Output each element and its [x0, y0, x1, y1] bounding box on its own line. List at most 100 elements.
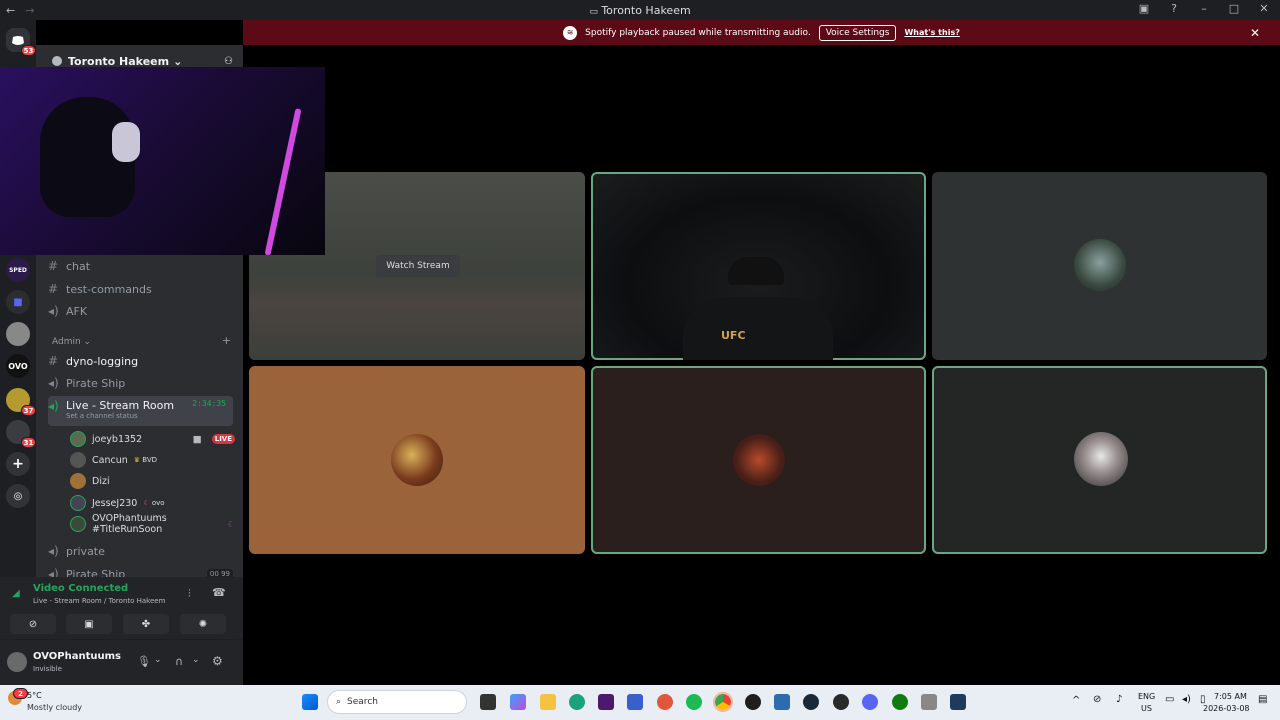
voice-location[interactable]: Live - Stream Room / Toronto Hakeem: [33, 597, 165, 605]
inbox-icon[interactable]: ▣: [1136, 2, 1152, 15]
back-arrow-icon[interactable]: ←: [6, 4, 15, 17]
server-icon-avatar[interactable]: [6, 322, 30, 346]
voice-member[interactable]: joeyb1352 ■ LIVE: [70, 429, 235, 449]
edge-icon[interactable]: [569, 694, 585, 710]
settings-gear-icon[interactable]: ⚙: [212, 654, 223, 668]
add-server-icon[interactable]: +: [6, 452, 30, 476]
channel-private[interactable]: ◂) private: [48, 541, 233, 561]
maximize-icon[interactable]: □: [1226, 2, 1242, 15]
signal-icon: ◢: [12, 588, 20, 599]
weather-temp[interactable]: 5°C: [27, 691, 42, 700]
photos-icon[interactable]: [774, 694, 790, 710]
voice-settings-button[interactable]: Voice Settings: [818, 24, 897, 41]
avatar[interactable]: [7, 652, 27, 672]
minimize-icon[interactable]: –: [1196, 2, 1212, 15]
channel-pirate-ship[interactable]: ◂) Pirate Ship: [48, 373, 233, 393]
chrome-icon[interactable]: [713, 692, 733, 712]
video-tile-avatar-4[interactable]: [932, 366, 1267, 554]
windows-start-icon[interactable]: [302, 694, 318, 710]
voice-member[interactable]: Dizi: [70, 471, 235, 491]
channel-chat[interactable]: # chat: [48, 256, 233, 276]
next-app-icon[interactable]: [598, 694, 614, 710]
channel-test-commands[interactable]: # test-commands: [48, 279, 233, 299]
watch-stream-button[interactable]: Watch Stream: [376, 255, 460, 277]
chevron-down-icon[interactable]: ⌄: [154, 655, 162, 665]
headphones-icon[interactable]: ∩: [175, 655, 183, 668]
member-tag: ♛ BVD: [133, 456, 158, 464]
microphone-tray-icon[interactable]: ♪: [1116, 694, 1122, 705]
whats-this-link[interactable]: What's this?: [904, 28, 959, 37]
voice-status[interactable]: Video Connected: [33, 583, 128, 594]
weather-desc[interactable]: Mostly cloudy: [27, 703, 82, 712]
app-icon[interactable]: [921, 694, 937, 710]
category-admin[interactable]: Admin ⌄: [52, 337, 91, 347]
discord-taskbar-icon[interactable]: [862, 694, 878, 710]
channel-status[interactable]: Set a channel status: [66, 412, 226, 420]
speaker-icon: ◂): [48, 376, 59, 390]
language-code[interactable]: ENG: [1138, 692, 1155, 701]
close-window-icon[interactable]: ✕: [1256, 2, 1272, 15]
windows-taskbar: 2 5°C Mostly cloudy ⌕ Search ^ ⊘ ♪ ENG U…: [0, 685, 1280, 720]
camera-icon: ■: [192, 433, 202, 445]
display-icon[interactable]: ▭: [1165, 694, 1174, 705]
volume-icon[interactable]: ◂): [1182, 694, 1191, 705]
hash-icon: #: [48, 259, 59, 273]
screen-share-icon: ▣: [84, 618, 94, 630]
user-name[interactable]: OVOPhantuums: [33, 651, 121, 662]
channel-dyno-logging[interactable]: # dyno-logging: [48, 351, 233, 371]
remote-app-icon[interactable]: [627, 694, 643, 710]
voice-member[interactable]: Cancun ♛ BVD: [70, 450, 235, 470]
camera-off-button[interactable]: ⊘: [10, 614, 56, 634]
notice-close-icon[interactable]: ✕: [1250, 26, 1260, 40]
task-view-icon[interactable]: [480, 694, 496, 710]
clock-time[interactable]: 7:05 AM: [1214, 692, 1247, 701]
region-code[interactable]: US: [1141, 704, 1152, 713]
add-member-icon[interactable]: ⚇: [224, 56, 233, 67]
server-icon-yellow[interactable]: 37: [6, 388, 36, 416]
channel-pirate-ship-2[interactable]: ◂) Pirate Ship 00 99: [48, 564, 233, 577]
avatar: [70, 473, 86, 489]
copilot-icon[interactable]: [510, 694, 526, 710]
noise-suppression-icon[interactable]: ⫶: [188, 587, 191, 601]
voice-member[interactable]: JesseJ230 ☾ ovo: [70, 493, 235, 513]
clock-date[interactable]: 2026-03-08: [1203, 704, 1250, 713]
folder-icon[interactable]: ■: [6, 290, 30, 314]
server-icon-ovo[interactable]: OVO: [6, 354, 30, 378]
chevron-up-icon[interactable]: ^: [1072, 695, 1080, 706]
server-icon-phantuums[interactable]: 31: [6, 420, 36, 448]
discover-icon[interactable]: ◎: [6, 484, 30, 508]
spotify-notice-bar: ≋ Spotify playback paused while transmit…: [243, 20, 1280, 45]
chevron-down-icon[interactable]: ⌄: [192, 655, 200, 665]
microphone-icon[interactable]: 🎙︎: [137, 655, 151, 668]
avatar: [70, 452, 86, 468]
channel-afk[interactable]: ◂) AFK: [48, 301, 233, 321]
speaker-icon: ◂): [48, 567, 59, 577]
network-icon[interactable]: ⊘: [1093, 694, 1101, 705]
soundboard-button[interactable]: ✺: [180, 614, 226, 634]
help-icon[interactable]: ?: [1166, 2, 1182, 15]
steam-icon[interactable]: [803, 694, 819, 710]
video-tile-ufc[interactable]: UFC: [591, 172, 926, 360]
video-tile-avatar-1[interactable]: [932, 172, 1267, 360]
vpn-icon[interactable]: [950, 694, 966, 710]
video-tile-avatar-3[interactable]: [591, 366, 926, 554]
soundboard-icon: ✺: [198, 618, 208, 630]
share-screen-button[interactable]: ▣: [66, 614, 112, 634]
4k-app-icon[interactable]: [745, 694, 761, 710]
obs-icon[interactable]: [833, 694, 849, 710]
taskbar-search[interactable]: ⌕ Search: [327, 690, 467, 714]
xbox-icon[interactable]: [892, 694, 908, 710]
file-explorer-icon[interactable]: [540, 694, 556, 710]
add-channel-icon[interactable]: +: [222, 334, 231, 347]
forward-arrow-icon[interactable]: →: [25, 4, 34, 17]
voice-member[interactable]: OVOPhantuums #TitleRunSoon ☾: [70, 513, 235, 535]
notification-icon[interactable]: ▤: [1258, 694, 1267, 705]
home-discord-icon[interactable]: 53: [6, 28, 36, 56]
voice-channel-live-stream-room[interactable]: ◂) Live - Stream Room 2:34:35 Set a chan…: [48, 396, 233, 426]
disconnect-icon[interactable]: ☎: [212, 586, 226, 599]
activities-button[interactable]: ✤: [123, 614, 169, 634]
spotify-icon[interactable]: [686, 694, 702, 710]
video-tile-avatar-2[interactable]: [249, 366, 585, 554]
brave-icon[interactable]: [657, 694, 673, 710]
server-icon-sped[interactable]: SPED: [6, 258, 30, 282]
